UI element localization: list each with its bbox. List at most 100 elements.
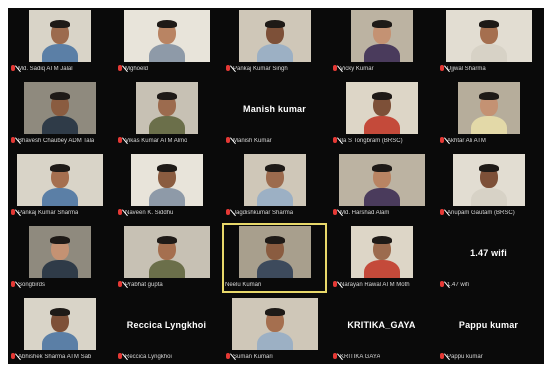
participant-tile[interactable]: Vikas Kumar ATM Almo xyxy=(115,80,218,148)
mic-muted-icon xyxy=(117,209,123,217)
participant-video xyxy=(16,154,103,206)
participant-tile[interactable]: Md. Sadiq ATM Jalal xyxy=(8,8,111,76)
mic-muted-icon xyxy=(332,281,338,289)
participant-name: Songbirds xyxy=(18,282,46,288)
participant-name: Ujjwal Sharma xyxy=(447,66,486,72)
participant-video xyxy=(28,226,91,278)
participant-video xyxy=(238,10,311,62)
participant-label: Neelu Kumari xyxy=(225,280,324,290)
mic-muted-icon xyxy=(332,353,338,361)
participant-name: Vikas Kumar ATM Almo xyxy=(125,138,188,144)
mic-muted-icon xyxy=(439,281,445,289)
participant-name: Anupam Gautam (BRSC) xyxy=(447,210,515,216)
participant-tile[interactable]: Narayan Rawal ATM Moth xyxy=(330,224,433,292)
participant-tile[interactable]: Manish kumar Manish Kumar xyxy=(223,80,326,148)
participant-name: Abhishek Sharma ATM Sab xyxy=(18,354,92,360)
participant-label: Pappu kumar xyxy=(439,352,538,362)
participant-label: Naveen K. Siddhu xyxy=(117,208,216,218)
participant-name: Manish Kumar xyxy=(233,138,272,144)
participant-tile[interactable]: Songbirds xyxy=(8,224,111,292)
participant-tile[interactable]: KRITIKA_GAYA KRITIKA GAYA xyxy=(330,296,433,364)
participant-tile[interactable]: Anupam Gautam (BRSC) xyxy=(437,152,540,220)
participant-name: Md. Harshad Alam xyxy=(340,210,390,216)
participant-video xyxy=(445,10,532,62)
participant-name: KRITIKA GAYA xyxy=(340,354,381,360)
participant-tile[interactable]: Abhishek Sharma ATM Sab xyxy=(8,296,111,364)
participant-label: Abhishek Sharma ATM Sab xyxy=(10,352,109,362)
participant-name: Neelu Kumari xyxy=(225,282,262,288)
mic-muted-icon xyxy=(10,65,16,73)
participant-video xyxy=(350,10,413,62)
participant-name: Jagdishkumar Sharma xyxy=(233,210,294,216)
participant-video xyxy=(231,298,318,350)
participant-label: Prabhat gupta xyxy=(117,280,216,290)
mic-muted-icon xyxy=(225,137,231,145)
participant-tile[interactable]: 1.47 wifi 1.47 wifi xyxy=(437,224,540,292)
participant-video xyxy=(23,82,96,134)
participant-display-name: KRITIKA_GAYA xyxy=(347,320,416,330)
participant-tile[interactable]: Naveen K. Siddhu xyxy=(115,152,218,220)
participant-video xyxy=(350,226,413,278)
participant-name: Vicky Kumar xyxy=(340,66,374,72)
participant-label: Bhavesh Chaubey ADM Tala xyxy=(10,136,109,146)
participant-video xyxy=(135,82,198,134)
participant-label: Anupam Gautam (BRSC) xyxy=(439,208,538,218)
participant-video xyxy=(28,10,91,62)
participant-tile[interactable]: Pankaj Kumar Singh xyxy=(223,8,326,76)
participant-display-name: 1.47 wifi xyxy=(470,248,507,258)
participant-tile[interactable]: Akhtar Ali ATM xyxy=(437,80,540,148)
participant-video xyxy=(457,82,520,134)
participant-label: Pankaj Kumar Sharma xyxy=(10,208,109,218)
participant-name: Reccica Lyngkhoi xyxy=(125,354,172,360)
participant-tile[interactable]: Neelu Kumari xyxy=(222,223,327,293)
participant-video xyxy=(130,154,203,206)
participant-tile[interactable]: Pankaj Kumar Sharma xyxy=(8,152,111,220)
participant-tile[interactable]: Suman Kumari xyxy=(223,296,326,364)
participant-name: Prabhat gupta xyxy=(125,282,163,288)
participant-name: Pappu kumar xyxy=(447,354,483,360)
participant-name: Pankaj Kumar Sharma xyxy=(18,210,79,216)
mic-muted-icon xyxy=(10,209,16,217)
participant-tile[interactable]: Prabhat gupta xyxy=(115,224,218,292)
participant-label: Md. Sadiq ATM Jalal xyxy=(10,64,109,74)
participant-tile[interactable]: Bhavesh Chaubey ADM Tala xyxy=(8,80,111,148)
mic-muted-icon xyxy=(117,137,123,145)
video-gallery: Md. Sadiq ATM Jalal Mghoeld Pankaj Kumar S… xyxy=(8,8,544,364)
participant-label: Manish Kumar xyxy=(225,136,324,146)
participant-tile[interactable]: Ujjwal Sharma xyxy=(437,8,540,76)
mic-muted-icon xyxy=(10,281,16,289)
participant-tile[interactable]: Md. Harshad Alam xyxy=(330,152,433,220)
participant-display-name: Reccica Lyngkhoi xyxy=(126,320,207,330)
participant-tile[interactable]: Jagdishkumar Sharma xyxy=(223,152,326,220)
mic-muted-icon xyxy=(225,209,231,217)
participant-name: Md. Sadiq ATM Jalal xyxy=(18,66,73,72)
participant-name: Bhavesh Chaubey ADM Tala xyxy=(18,138,95,144)
participant-video xyxy=(452,154,525,206)
participant-display-name: Manish kumar xyxy=(243,104,306,114)
mic-muted-icon xyxy=(117,281,123,289)
mic-muted-icon xyxy=(10,137,16,145)
participant-tile[interactable]: Mghoeld xyxy=(115,8,218,76)
participant-video xyxy=(345,82,418,134)
participant-tile[interactable]: Ila S Tongbram (BRSC) xyxy=(330,80,433,148)
mic-muted-icon xyxy=(225,353,231,361)
mic-muted-icon xyxy=(332,137,338,145)
participant-video xyxy=(238,226,311,278)
participant-label: Narayan Rawal ATM Moth xyxy=(332,280,431,290)
mic-muted-icon xyxy=(439,353,445,361)
participant-label: Reccica Lyngkhoi xyxy=(117,352,216,362)
mic-muted-icon xyxy=(439,137,445,145)
participant-video xyxy=(243,154,306,206)
mic-muted-icon xyxy=(225,65,231,73)
participant-tile[interactable]: Vicky Kumar xyxy=(330,8,433,76)
participant-tile[interactable]: Pappu kumar Pappu kumar xyxy=(437,296,540,364)
participant-name: Suman Kumari xyxy=(233,354,273,360)
participant-video xyxy=(123,10,210,62)
participant-display-name: Pappu kumar xyxy=(458,320,519,330)
participant-tile[interactable]: Reccica Lyngkhoi Reccica Lyngkhoi xyxy=(115,296,218,364)
participant-label: Pankaj Kumar Singh xyxy=(225,64,324,74)
participant-label: Vikas Kumar ATM Almo xyxy=(117,136,216,146)
mic-muted-icon xyxy=(439,209,445,217)
participant-label: Songbirds xyxy=(10,280,109,290)
participant-label: Vicky Kumar xyxy=(332,64,431,74)
